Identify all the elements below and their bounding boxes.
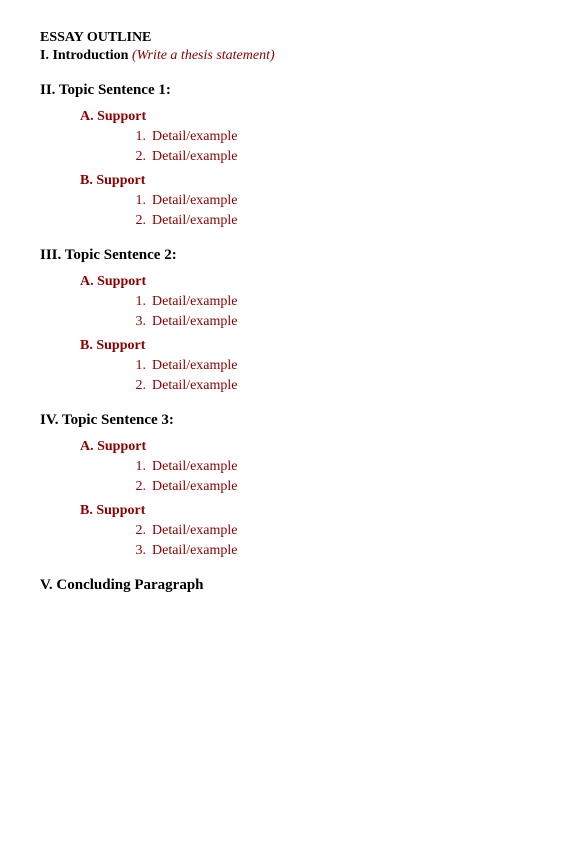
sections-container: II. Topic Sentence 1: A. Support 1. Detail/… [40, 82, 531, 559]
detail-text: Detail/example [152, 314, 238, 330]
detail-text: Detail/example [152, 523, 238, 539]
section-1: II. Topic Sentence 1: A. Support 1. Detail/… [40, 82, 531, 229]
detail-text: Detail/example [152, 358, 238, 374]
detail-item: 3. Detail/example [130, 314, 531, 330]
detail-item: 1. Detail/example [130, 459, 531, 475]
support-block-1-1: A. Support 1. Detail/example 2. Detail/examp… [80, 109, 531, 165]
support-label-1-1: A. Support [80, 109, 531, 125]
detail-text: Detail/example [152, 213, 238, 229]
support-block-2-2: B. Support 1. Detail/example 2. Detail/examp… [80, 338, 531, 394]
detail-number: 2. [130, 213, 146, 229]
intro-label: I. Introduction [40, 48, 128, 63]
support-label-2-1: A. Support [80, 274, 531, 290]
detail-number: 3. [130, 314, 146, 330]
detail-number: 1. [130, 193, 146, 209]
detail-text: Detail/example [152, 543, 238, 559]
detail-list-1-2: 1. Detail/example 2. Detail/example [130, 193, 531, 229]
concluding-paragraph: V. Concluding Paragraph [40, 577, 531, 594]
detail-item: 2. Detail/example [130, 479, 531, 495]
detail-item: 2. Detail/example [130, 213, 531, 229]
detail-number: 1. [130, 129, 146, 145]
detail-list-3-1: 1. Detail/example 2. Detail/example [130, 459, 531, 495]
intro-note: (Write a thesis statement) [132, 48, 275, 63]
detail-item: 2. Detail/example [130, 149, 531, 165]
detail-text: Detail/example [152, 479, 238, 495]
detail-number: 3. [130, 543, 146, 559]
detail-text: Detail/example [152, 149, 238, 165]
detail-list-1-1: 1. Detail/example 2. Detail/example [130, 129, 531, 165]
support-block-2-1: A. Support 1. Detail/example 3. Detail/examp… [80, 274, 531, 330]
detail-list-2-2: 1. Detail/example 2. Detail/example [130, 358, 531, 394]
detail-text: Detail/example [152, 193, 238, 209]
detail-number: 2. [130, 523, 146, 539]
detail-item: 1. Detail/example [130, 358, 531, 374]
detail-number: 2. [130, 479, 146, 495]
support-label-2-2: B. Support [80, 338, 531, 354]
detail-number: 2. [130, 378, 146, 394]
section-heading-1: II. Topic Sentence 1: [40, 82, 531, 99]
support-block-3-2: B. Support 2. Detail/example 3. Detail/examp… [80, 503, 531, 559]
detail-text: Detail/example [152, 129, 238, 145]
section-heading-3: IV. Topic Sentence 3: [40, 412, 531, 429]
detail-list-3-2: 2. Detail/example 3. Detail/example [130, 523, 531, 559]
section-heading-2: III. Topic Sentence 2: [40, 247, 531, 264]
support-label-1-2: B. Support [80, 173, 531, 189]
detail-text: Detail/example [152, 459, 238, 475]
support-block-1-2: B. Support 1. Detail/example 2. Detail/examp… [80, 173, 531, 229]
detail-item: 2. Detail/example [130, 378, 531, 394]
essay-title: ESSAY OUTLINE [40, 30, 531, 46]
detail-number: 1. [130, 358, 146, 374]
detail-list-2-1: 1. Detail/example 3. Detail/example [130, 294, 531, 330]
detail-item: 2. Detail/example [130, 523, 531, 539]
detail-number: 1. [130, 459, 146, 475]
detail-item: 1. Detail/example [130, 294, 531, 310]
detail-text: Detail/example [152, 378, 238, 394]
detail-text: Detail/example [152, 294, 238, 310]
detail-number: 2. [130, 149, 146, 165]
page: ESSAY OUTLINE I. Introduction (Write a t… [40, 30, 531, 594]
support-label-3-2: B. Support [80, 503, 531, 519]
detail-number: 1. [130, 294, 146, 310]
support-block-3-1: A. Support 1. Detail/example 2. Detail/examp… [80, 439, 531, 495]
detail-item: 1. Detail/example [130, 193, 531, 209]
section-3: IV. Topic Sentence 3: A. Support 1. Detail/… [40, 412, 531, 559]
section-2: III. Topic Sentence 2: A. Support 1. Detail… [40, 247, 531, 394]
introduction-line: I. Introduction (Write a thesis statemen… [40, 48, 531, 64]
detail-item: 1. Detail/example [130, 129, 531, 145]
support-label-3-1: A. Support [80, 439, 531, 455]
detail-item: 3. Detail/example [130, 543, 531, 559]
